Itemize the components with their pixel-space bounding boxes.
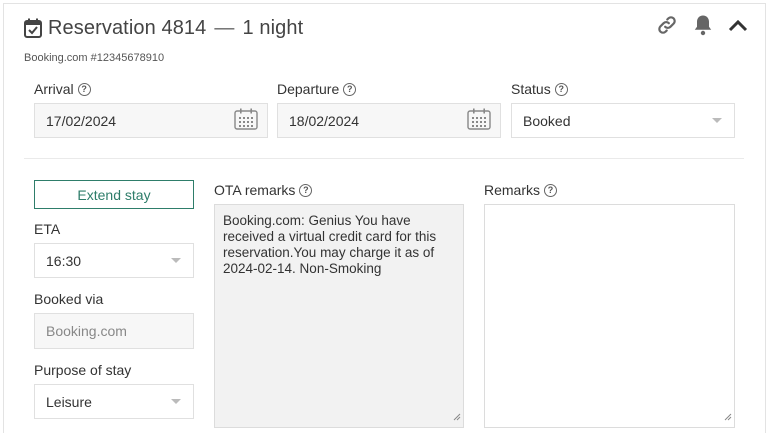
- departure-date-input[interactable]: 18/02/2024: [277, 103, 501, 138]
- remarks-textarea[interactable]: [484, 204, 735, 428]
- eta-select[interactable]: 16:30: [34, 243, 194, 278]
- booked-via-input[interactable]: Booking.com: [34, 313, 194, 349]
- chevron-down-icon: [171, 399, 181, 404]
- chevron-up-icon[interactable]: [726, 13, 750, 37]
- link-icon[interactable]: [655, 13, 679, 37]
- resize-grip-icon[interactable]: [724, 409, 732, 425]
- ota-remarks-label: OTA remarks ?: [214, 182, 313, 198]
- ota-remarks-textarea[interactable]: Booking.com: Genius You have received a …: [214, 204, 464, 428]
- booked-via-placeholder: Booking.com: [46, 323, 127, 339]
- remarks-label-text: Remarks: [484, 182, 541, 198]
- booked-via-label: Booked via: [34, 291, 104, 307]
- purpose-of-stay-label: Purpose of stay: [34, 362, 132, 378]
- status-label: Status ?: [511, 81, 568, 97]
- purpose-of-stay-select[interactable]: Leisure: [34, 384, 194, 419]
- calendar-check-icon: [24, 18, 42, 38]
- booking-reference: Booking.com #12345678910: [24, 52, 165, 64]
- ota-remarks-text: Booking.com: Genius You have received a …: [223, 213, 437, 276]
- arrival-date-input[interactable]: 17/02/2024: [34, 103, 268, 138]
- bell-icon[interactable]: [691, 13, 715, 37]
- chevron-down-icon: [171, 258, 181, 263]
- reservation-number: Reservation 4814: [48, 16, 207, 39]
- ota-remarks-label-text: OTA remarks: [214, 182, 296, 198]
- departure-label: Departure ?: [277, 81, 357, 97]
- help-icon[interactable]: ?: [554, 82, 568, 96]
- arrival-label: Arrival ?: [34, 81, 91, 97]
- help-icon[interactable]: ?: [77, 82, 91, 96]
- resize-grip-icon[interactable]: [453, 409, 461, 425]
- nights-count: 1 night: [242, 16, 304, 39]
- departure-label-text: Departure: [277, 81, 340, 97]
- title-separator: —: [214, 16, 235, 39]
- status-value: Booked: [523, 112, 571, 129]
- help-icon[interactable]: ?: [544, 183, 558, 197]
- help-icon[interactable]: ?: [299, 183, 313, 197]
- arrival-label-text: Arrival: [34, 81, 74, 97]
- arrival-date-value: 17/02/2024: [46, 112, 117, 129]
- remarks-label: Remarks ?: [484, 182, 558, 198]
- calendar-icon[interactable]: [467, 108, 491, 133]
- calendar-icon[interactable]: [234, 108, 258, 133]
- page-title: Reservation 4814 — 1 night: [48, 17, 303, 40]
- help-icon[interactable]: ?: [343, 82, 357, 96]
- section-divider: [24, 158, 744, 159]
- chevron-down-icon: [712, 118, 722, 123]
- departure-date-value: 18/02/2024: [289, 112, 360, 129]
- extend-stay-button[interactable]: Extend stay: [34, 180, 194, 209]
- eta-value: 16:30: [46, 252, 82, 269]
- purpose-value: Leisure: [46, 393, 92, 410]
- status-select[interactable]: Booked: [511, 103, 735, 138]
- eta-label: ETA: [34, 221, 61, 237]
- header-title-row: Reservation 4814 — 1 night: [24, 13, 303, 43]
- status-label-text: Status: [511, 81, 551, 97]
